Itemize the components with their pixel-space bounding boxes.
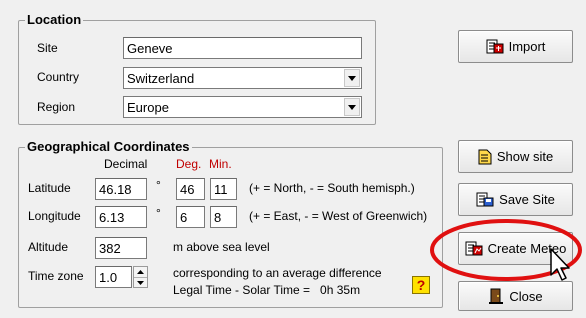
- longitude-deg-input[interactable]: [176, 206, 205, 228]
- country-label: Country: [37, 70, 80, 84]
- timezone-note-1: corresponding to an average difference: [173, 266, 382, 280]
- longitude-degree-symbol: °: [156, 206, 161, 220]
- save-site-label: Save Site: [499, 192, 555, 207]
- latitude-label: Latitude: [28, 181, 71, 195]
- help-icon[interactable]: ?: [412, 276, 430, 294]
- longitude-min-input[interactable]: [210, 206, 237, 228]
- latitude-min-input[interactable]: [210, 178, 237, 200]
- close-label: Close: [509, 288, 543, 304]
- spin-down-icon[interactable]: [134, 278, 147, 288]
- document-icon: [478, 149, 492, 165]
- deg-header: Deg.: [176, 157, 202, 171]
- save-icon: [476, 192, 494, 208]
- region-value: Europe: [127, 99, 169, 115]
- timezone-note-2: Legal Time - Solar Time = 0h 35m: [173, 283, 361, 297]
- altitude-input[interactable]: [95, 237, 147, 259]
- latitude-deg-input[interactable]: [176, 178, 205, 200]
- spin-up-icon[interactable]: [134, 267, 147, 278]
- create-meteo-button[interactable]: Create Meteo: [458, 232, 573, 265]
- import-label: Import: [508, 39, 546, 54]
- timezone-label: Time zone: [28, 269, 84, 283]
- save-site-button[interactable]: Save Site: [458, 183, 573, 216]
- region-select[interactable]: Europe: [123, 96, 362, 118]
- meteo-icon: [465, 241, 483, 257]
- latitude-decimal-input[interactable]: [95, 178, 147, 200]
- chevron-down-icon[interactable]: [344, 98, 360, 116]
- location-legend: Location: [27, 12, 82, 27]
- timezone-spinner[interactable]: [133, 266, 148, 288]
- country-select[interactable]: Switzerland: [123, 67, 362, 89]
- longitude-hint: (+ = East, - = West of Greenwich): [249, 209, 428, 223]
- door-close-icon: [488, 288, 504, 304]
- latitude-hint: (+ = North, - = South hemisph.): [249, 181, 415, 195]
- site-input[interactable]: [123, 37, 362, 59]
- show-site-button[interactable]: Show site: [458, 140, 573, 173]
- longitude-label: Longitude: [28, 209, 81, 223]
- country-value: Switzerland: [127, 70, 195, 86]
- timezone-input[interactable]: [95, 266, 132, 288]
- import-icon: [486, 39, 504, 55]
- close-button[interactable]: Close: [458, 281, 573, 311]
- show-site-label: Show site: [496, 149, 554, 164]
- create-meteo-label: Create Meteo: [487, 241, 567, 256]
- import-button[interactable]: Import: [458, 30, 573, 63]
- min-header: Min.: [209, 157, 232, 171]
- altitude-unit: m above sea level: [173, 240, 270, 254]
- geo-legend: Geographical Coordinates: [27, 139, 190, 154]
- region-label: Region: [37, 100, 76, 114]
- altitude-label: Altitude: [28, 240, 69, 254]
- longitude-decimal-input[interactable]: [95, 206, 147, 228]
- decimal-header: Decimal: [104, 157, 148, 171]
- latitude-degree-symbol: °: [156, 178, 161, 192]
- site-label: Site: [37, 41, 58, 55]
- chevron-down-icon[interactable]: [344, 69, 360, 87]
